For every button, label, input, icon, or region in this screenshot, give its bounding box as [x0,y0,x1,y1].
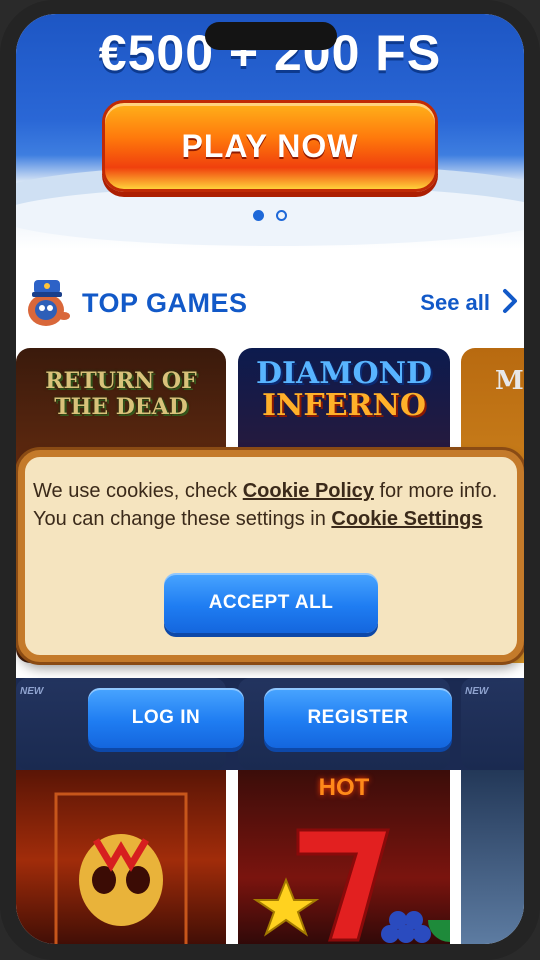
app-screen: €500 + 200 FS PLAY NOW TOP GAMES See all… [16,14,524,944]
game-title: RETURN OF THE DEAD [45,368,197,420]
game-tile-partial[interactable] [461,770,524,944]
skull-icon [54,792,188,944]
game-title-line: DIAMOND [255,356,433,391]
camera-notch [205,22,337,50]
cookie-consent-dialog: We use cookies, check Cookie Policy for … [18,450,524,662]
see-all-link[interactable]: See all [420,290,490,316]
log-in-button[interactable]: LOG IN [88,688,244,748]
carousel-dots [16,210,524,221]
carousel-dot[interactable] [276,210,287,221]
play-now-button[interactable]: PLAY NOW [102,100,438,192]
top-games-header: TOP GAMES See all [16,274,524,334]
cookie-message: We use cookies, check Cookie Policy for … [33,477,513,533]
game-title: DIAMOND INFERNO [238,358,450,422]
chevron-right-icon[interactable] [498,286,522,316]
game-tile-skull[interactable] [16,770,226,944]
game-title: M [495,366,524,396]
new-badge: NEW [465,686,489,697]
accept-all-button[interactable]: ACCEPT ALL [164,573,378,633]
game-tile-hot[interactable]: HOT [238,770,450,944]
carousel-dot-active[interactable] [253,210,264,221]
game-title-line: INFERNO [261,388,427,423]
cookie-policy-link[interactable]: Cookie Policy [243,480,374,502]
hot-label: HOT [318,774,370,801]
new-badge: NEW [20,686,44,697]
register-button[interactable]: REGISTER [264,688,452,748]
mascot-icon [28,280,70,326]
game-tile-new[interactable]: NEW [461,678,524,770]
cookie-text: We use cookies, check [33,480,243,502]
section-title: TOP GAMES [82,288,248,318]
cookie-settings-link[interactable]: Cookie Settings [331,508,482,530]
